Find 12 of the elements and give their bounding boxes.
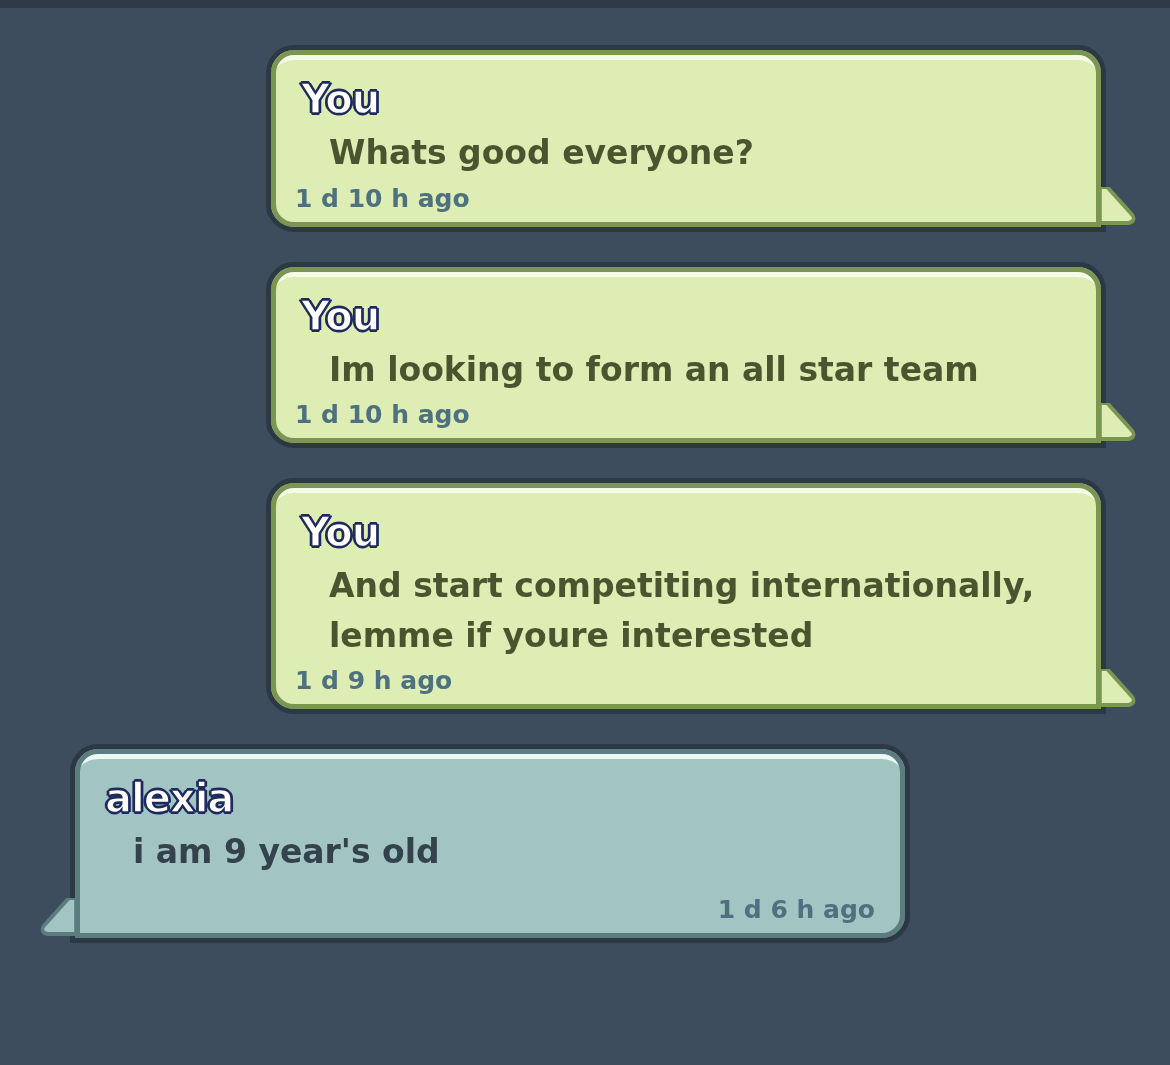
- sender-name: alexia: [105, 775, 234, 821]
- message-time: 1 d 9 h ago: [295, 666, 453, 695]
- sender-name: You: [301, 76, 380, 122]
- message-time: 1 d 10 h ago: [295, 400, 470, 429]
- message-text: Im looking to form an all star team: [328, 348, 980, 391]
- message-text: i am 9 year's old: [132, 831, 441, 873]
- message-time: 1 d 6 h ago: [717, 894, 875, 924]
- message-text: Whats good everyone?: [328, 132, 755, 174]
- message-text: And start competiting internationally, lemme if youre interested: [328, 565, 1036, 657]
- sender-name: You: [301, 292, 380, 339]
- message-time: 1 d 10 h ago: [295, 183, 470, 213]
- sender-name: You: [301, 509, 380, 555]
